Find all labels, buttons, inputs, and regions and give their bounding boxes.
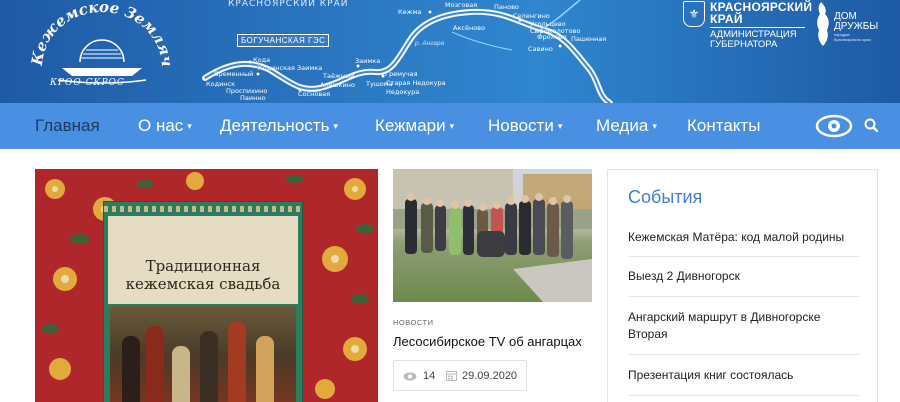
map-place: Сосновая [298,90,331,98]
map-place: Савино [528,45,553,53]
nav-item-news[interactable]: Новости ▾ [488,103,562,149]
chevron-down-icon: ▾ [449,121,455,131]
logo-subtitle: КРОО СКРОС [50,78,125,88]
map-place: Таёжный [323,72,355,80]
map-place: Аксёново [453,24,485,32]
book-title-line-2: кежемская свадьба [125,275,281,293]
region-title: КРАСНОЯРСКИЙ КРАЙ [228,0,349,9]
map-place: Пашенная [571,35,607,43]
events-title: События [628,187,703,207]
map-place: Кода [253,56,271,64]
post-meta: 14 29.09.2020 [393,360,527,391]
main-nav: Главная О нас ▾ Деятельность ▾ Кежмари ▾ Но… [0,103,900,149]
featured-image[interactable]: Н.А. Новосёлова Традиционная кежемская с… [35,169,378,402]
ges-label: БОГУЧАНСКАЯ ГЭС [237,34,330,47]
divider [628,395,859,396]
book-illustration [110,306,296,402]
map-place: Старая Недокура [386,79,446,87]
chevron-down-icon: ▾ [557,121,563,131]
events-widget: События Кежемская Матёра: код малой роди… [607,169,878,402]
book-cover: Н.А. Новосёлова Традиционная кежемская с… [103,201,303,402]
dom-title-2: ДРУЖБЫ [834,21,879,32]
coat-of-arms-icon: ⚜ [683,1,705,27]
post-views: 14 [423,370,436,382]
map-place: Фролово [537,33,567,41]
event-link[interactable]: Кежемская Матёра: код малой родины [628,229,859,246]
river-label: р. Ангара [415,40,445,47]
nav-item-kezhmari[interactable]: Кежмари ▾ [375,103,454,149]
map-place: Кодинская Заимка [258,64,323,72]
friendship-house-logo[interactable]: ДОМ ДРУЖБЫ народов Красноярского края [815,2,878,46]
calendar-icon [446,371,457,381]
map-place: Селенгино [513,12,550,20]
event-link[interactable]: Ангарский маршрут в Дивногорске Вторая [628,309,859,343]
map-place: Временный [214,70,254,78]
post-image[interactable] [393,169,592,302]
eye-icon[interactable] [814,113,854,139]
eye-icon [403,372,417,381]
site-logo[interactable]: Кежемское Землячество КРОО СКРОС [28,2,178,100]
chevron-down-icon: ▾ [187,121,192,131]
post-category[interactable]: НОВОСТИ [393,318,433,327]
post-title[interactable]: Лесосибирское TV об ангарцах [393,334,582,349]
divider [628,354,859,355]
map-place: Недокура [386,88,420,96]
map-place: Мозговая [445,1,478,9]
chevron-down-icon: ▾ [333,121,338,131]
search-icon[interactable] [864,118,878,132]
nav-item-about[interactable]: О нас ▾ [138,103,192,149]
map-place: Паинно [240,94,266,102]
map-place: Паново [494,3,519,11]
nav-item-contacts[interactable]: Контакты [687,103,760,149]
chevron-down-icon: ▾ [652,121,657,131]
nav-item-media[interactable]: Медиа ▾ [596,103,657,149]
nav-item-activity[interactable]: Деятельность ▾ [220,103,338,149]
book-author: Н.А. Новосёлова [164,222,242,231]
dom-subtitle: народов Красноярского края [834,32,871,42]
governor-admin-logo[interactable]: ⚜ КРАСНОЯРСКИЙ КРАЙ АДМИНИСТРАЦИЯ ГУБЕРН… [683,0,813,50]
group-photo [393,169,592,302]
region-shape-icon [817,2,829,46]
map-place: Кежма [398,8,422,16]
divider [628,256,859,257]
gov-title: КРАСНОЯРСКИЙ КРАЙ [710,0,813,26]
event-link[interactable]: Выезд 2 Дивногорск [628,268,859,285]
divider [628,296,859,297]
map-place: Заимка [355,57,381,65]
ornament-band [104,206,302,212]
map-place: Гремучая [385,70,418,78]
event-link[interactable]: Презентация книг состоялась [628,367,859,384]
book-title-line-1: Традиционная [145,257,261,275]
header-banner: Кежемское Землячество КРОО СКРОС КРАСНОЯ… [0,0,900,103]
nav-item-home[interactable]: Главная [35,103,100,149]
gov-subtitle-2: ГУБЕРНАТОРА [710,39,778,50]
post-date: 29.09.2020 [462,370,518,382]
map-place: Алёшкино [320,81,355,89]
